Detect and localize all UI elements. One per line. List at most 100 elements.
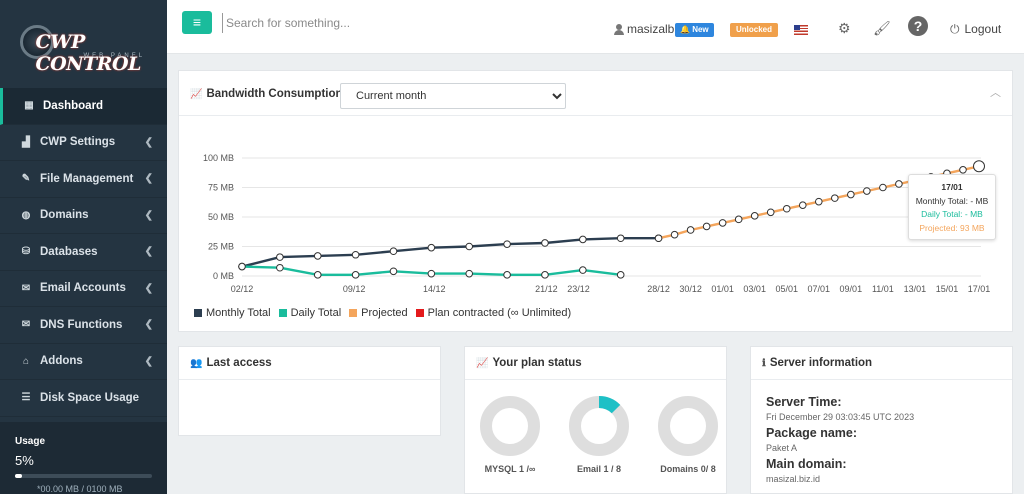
x-tick-label: 28/12 xyxy=(647,284,670,294)
us-flag-icon[interactable] xyxy=(794,25,808,35)
data-point xyxy=(616,271,625,279)
data-point xyxy=(503,271,511,279)
data-point xyxy=(734,215,743,224)
sidebar: CWP CONTROL WEB PANEL ▦ Dashboard ▟ CWP … xyxy=(0,0,167,494)
x-tick-label: 13/01 xyxy=(904,284,927,294)
data-point xyxy=(798,201,807,209)
data-point xyxy=(238,262,246,271)
server-info-panel: ℹ Server information Server Time: Fri Dec… xyxy=(750,346,1013,494)
usage-detail: *00.00 MB / 0100 MB xyxy=(37,484,123,494)
data-point xyxy=(863,187,871,195)
hamburger-icon: ≡ xyxy=(192,14,202,30)
data-point xyxy=(847,190,855,199)
username: masizalb xyxy=(627,22,675,36)
sidebar-nav: ▦ Dashboard ▟ CWP Settings ❮ ✎ File Mana… xyxy=(0,88,167,417)
legend-item-monthly[interactable]: Monthly Total xyxy=(194,307,271,319)
donut-domains: Domains 0/ 8 xyxy=(657,395,719,474)
sidebar-item-disk-space-usage[interactable]: ☰ Disk Space Usage xyxy=(0,380,167,417)
x-tick-label: 02/12 xyxy=(231,284,254,294)
legend-label: Daily Total xyxy=(290,307,342,319)
last-access-title: Last access xyxy=(206,357,272,369)
tooltip-projected: Projected: 93 MB xyxy=(919,222,985,233)
main-domain-value: masizal.biz.id xyxy=(766,474,821,484)
data-point xyxy=(503,240,511,248)
data-point xyxy=(654,234,663,243)
sidebar-item-label: Disk Space Usage xyxy=(40,391,140,404)
y-tick-label: 25 MB xyxy=(208,242,234,252)
last-access-panel: 👥 Last access xyxy=(178,346,441,436)
usage-widget: Usage 5% *00.00 MB / 0100 MB xyxy=(0,422,167,494)
donut-chart xyxy=(569,396,629,456)
plan-status-panel: 📈 Your plan status MYSQL 1 /∞ Email 1 / 8… xyxy=(464,346,727,494)
envelope-icon: ✉ xyxy=(21,282,31,294)
donut-track xyxy=(480,396,540,456)
data-point xyxy=(766,208,775,217)
usage-progress-fill xyxy=(15,474,22,478)
y-tick-label: 100 MB xyxy=(203,153,234,163)
legend-item-projected[interactable]: Projected xyxy=(349,307,408,319)
server-info-title: Server information xyxy=(769,357,873,369)
x-tick-label: 07/01 xyxy=(808,284,831,294)
x-tick-label: 15/01 xyxy=(936,284,959,294)
usage-percent: 5% xyxy=(15,453,34,468)
x-tick-label: 14/12 xyxy=(423,284,446,294)
line-chart-icon: 📈 xyxy=(476,358,489,369)
data-point xyxy=(276,263,284,272)
cwp-logo[interactable]: CWP CONTROL WEB PANEL xyxy=(0,0,167,88)
data-point xyxy=(427,269,436,278)
sidebar-item-label: Databases xyxy=(40,245,98,258)
bank-icon: ⌂ xyxy=(22,355,30,367)
tooltip-daily: Daily Total: - MB xyxy=(921,209,983,219)
last-access-header: 👥 Last access xyxy=(179,347,440,380)
chevron-left-icon: ❮ xyxy=(144,173,153,185)
legend-item-plan[interactable]: Plan contracted (∞ Unlimited) xyxy=(415,307,572,319)
bandwidth-panel: 📈 Bandwidth Consumption Current month ︿ 0… xyxy=(178,70,1013,332)
sidebar-item-cwp-settings[interactable]: ▟ CWP Settings ❮ xyxy=(0,125,167,161)
area-chart-icon: 📈 xyxy=(190,89,203,100)
sidebar-item-label: File Management xyxy=(40,172,134,185)
package-name-value: Paket A xyxy=(766,443,798,453)
usage-progress-bar xyxy=(15,474,152,478)
user-menu[interactable]: masizalb xyxy=(614,22,674,36)
period-select[interactable]: Current month xyxy=(340,83,566,109)
logo-subtext: WEB PANEL xyxy=(83,53,146,59)
logout-button[interactable]: ⏻ Logout xyxy=(950,22,1001,37)
sidebar-item-email-accounts[interactable]: ✉ Email Accounts ❮ xyxy=(0,271,167,307)
sidebar-item-dashboard[interactable]: ▦ Dashboard xyxy=(0,88,167,125)
menu-toggle-button[interactable]: ≡ xyxy=(182,11,212,34)
sidebar-item-addons[interactable]: ⌂ Addons ❮ xyxy=(0,344,167,380)
usage-title: Usage xyxy=(15,436,46,447)
dashboard-icon: ▦ xyxy=(24,100,34,112)
data-point xyxy=(465,269,474,278)
search-input[interactable] xyxy=(222,13,482,33)
sidebar-item-label: Dashboard xyxy=(43,99,104,112)
donut-label: MYSQL 1 /∞ xyxy=(484,464,536,474)
sidebar-item-label: Email Accounts xyxy=(40,282,126,295)
bandwidth-header: 📈 Bandwidth Consumption Current month ︿ xyxy=(179,71,1012,116)
legend-item-daily[interactable]: Daily Total xyxy=(278,307,342,319)
new-badge[interactable]: 🔔 New xyxy=(675,23,714,37)
data-point xyxy=(702,222,711,231)
tooltip-date: 17/01 xyxy=(941,182,963,192)
sidebar-item-file-management[interactable]: ✎ File Management ❮ xyxy=(0,161,167,198)
sidebar-item-domains[interactable]: ◍ Domains ❮ xyxy=(0,198,167,234)
donut-label: Email 1 / 8 xyxy=(576,464,622,474)
sidebar-item-databases[interactable]: ⛁ Databases ❮ xyxy=(0,234,167,271)
data-point xyxy=(579,266,587,274)
paint-brush-icon[interactable]: 🖌 xyxy=(873,20,891,37)
legend-label: Plan contracted (∞ Unlimited) xyxy=(427,307,572,319)
data-point xyxy=(541,271,549,279)
bandwidth-title-text: Bandwidth Consumption xyxy=(206,88,343,100)
help-icon[interactable]: ? xyxy=(908,16,928,36)
bandwidth-title: 📈 Bandwidth Consumption xyxy=(190,88,343,100)
cogs-icon[interactable]: ⚙ xyxy=(838,20,851,37)
sidebar-item-dns-functions[interactable]: ✉ DNS Functions ❮ xyxy=(0,307,167,344)
chevron-up-icon[interactable]: ︿ xyxy=(990,84,1001,100)
unlocked-badge[interactable]: Unlocked xyxy=(730,23,779,37)
sidebar-item-label: Domains xyxy=(40,209,89,222)
data-point xyxy=(959,166,967,174)
globe-icon: ◍ xyxy=(21,209,31,221)
x-tick-label: 05/01 xyxy=(775,284,798,294)
y-tick-label: 50 MB xyxy=(208,212,234,222)
chevron-left-icon: ❮ xyxy=(144,136,153,148)
